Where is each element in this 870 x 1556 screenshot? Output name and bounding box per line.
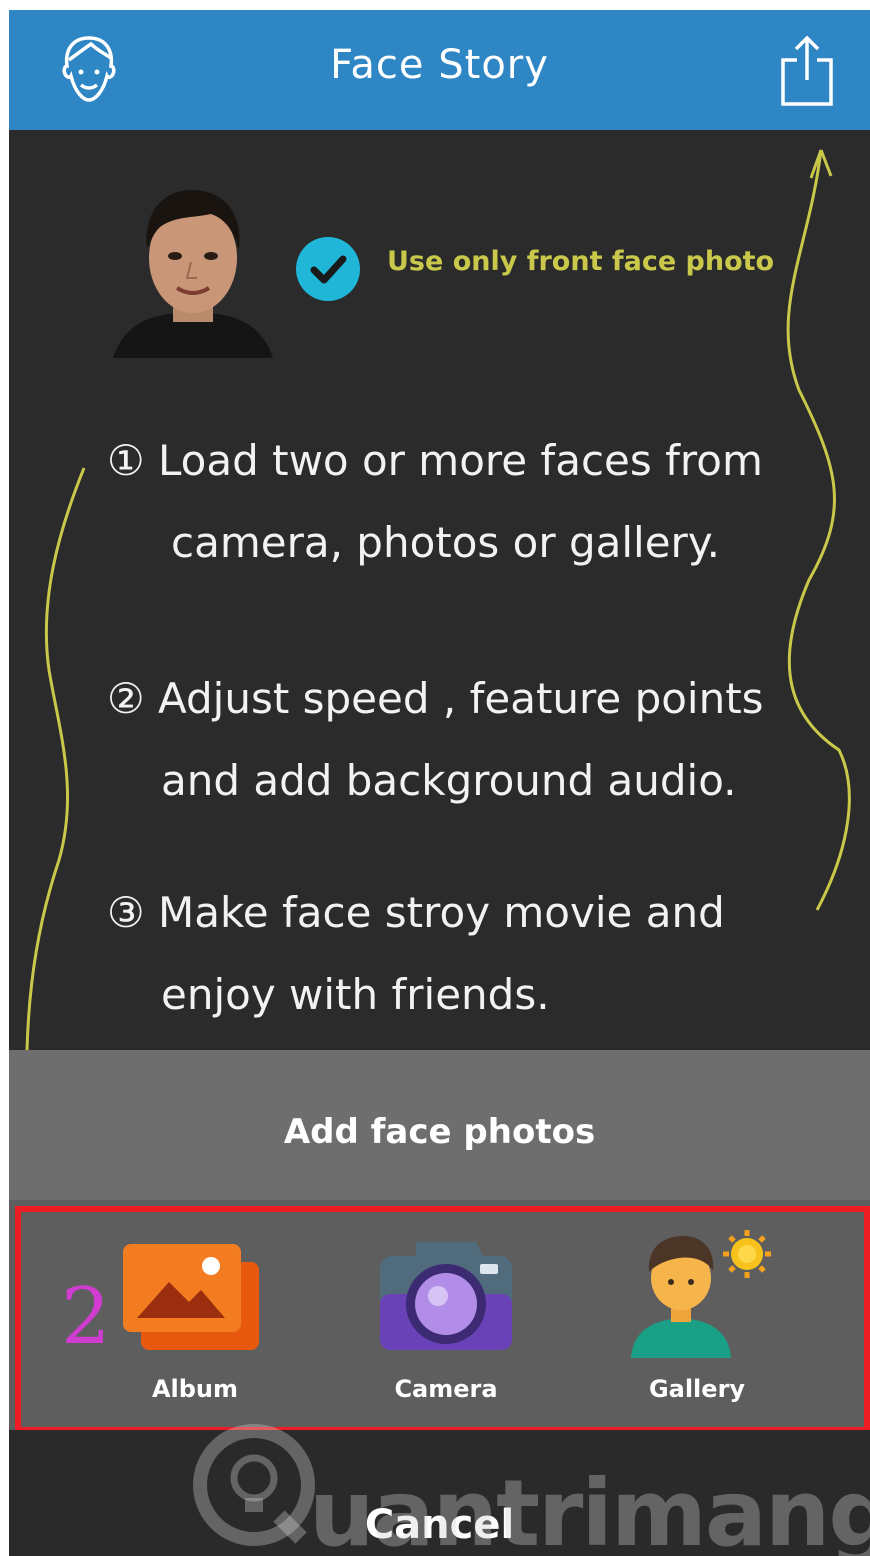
step-2-line-2: and add background audio. <box>161 756 737 805</box>
watermark-text: uantrimang <box>309 1460 870 1556</box>
camera-icon <box>380 1242 512 1350</box>
album-label: Album <box>151 1375 239 1403</box>
action-sheet-header: Add face photos <box>9 1050 870 1200</box>
step-1-line-1: ① Load two or more faces from <box>107 436 763 485</box>
app-screen: Face Story Use only front face photo ① L… <box>9 10 870 1556</box>
app-header: Face Story <box>9 10 870 130</box>
instructions-panel: Use only front face photo ① Load two or … <box>9 130 870 1050</box>
annotation-number: 2 <box>61 1272 111 1362</box>
step-2-line-1: ② Adjust speed , feature points <box>107 674 764 723</box>
camera-label: Camera <box>394 1375 498 1403</box>
watermark-logo-icon <box>193 1424 315 1546</box>
front-face-tip: Use only front face photo <box>387 246 775 277</box>
app-title: Face Story <box>330 42 549 88</box>
album-option[interactable]: Album <box>105 1200 285 1430</box>
action-sheet-title: Add face photos <box>283 1112 596 1152</box>
album-icon <box>123 1244 259 1350</box>
share-icon[interactable] <box>777 32 837 112</box>
gallery-label: Gallery <box>648 1375 746 1403</box>
camera-option[interactable]: Camera <box>356 1200 536 1430</box>
step-3-line-1: ③ Make face stroy movie and <box>107 888 725 937</box>
sample-face-photo <box>113 178 273 358</box>
step-3-line-2: enjoy with friends. <box>161 970 550 1019</box>
photo-source-options: 2 Album Camera Gallery <box>9 1200 870 1433</box>
gallery-option[interactable]: Gallery <box>607 1200 787 1430</box>
step-1-line-2: camera, photos or gallery. <box>171 518 721 567</box>
check-icon <box>294 235 362 307</box>
gallery-icon <box>631 1230 771 1358</box>
